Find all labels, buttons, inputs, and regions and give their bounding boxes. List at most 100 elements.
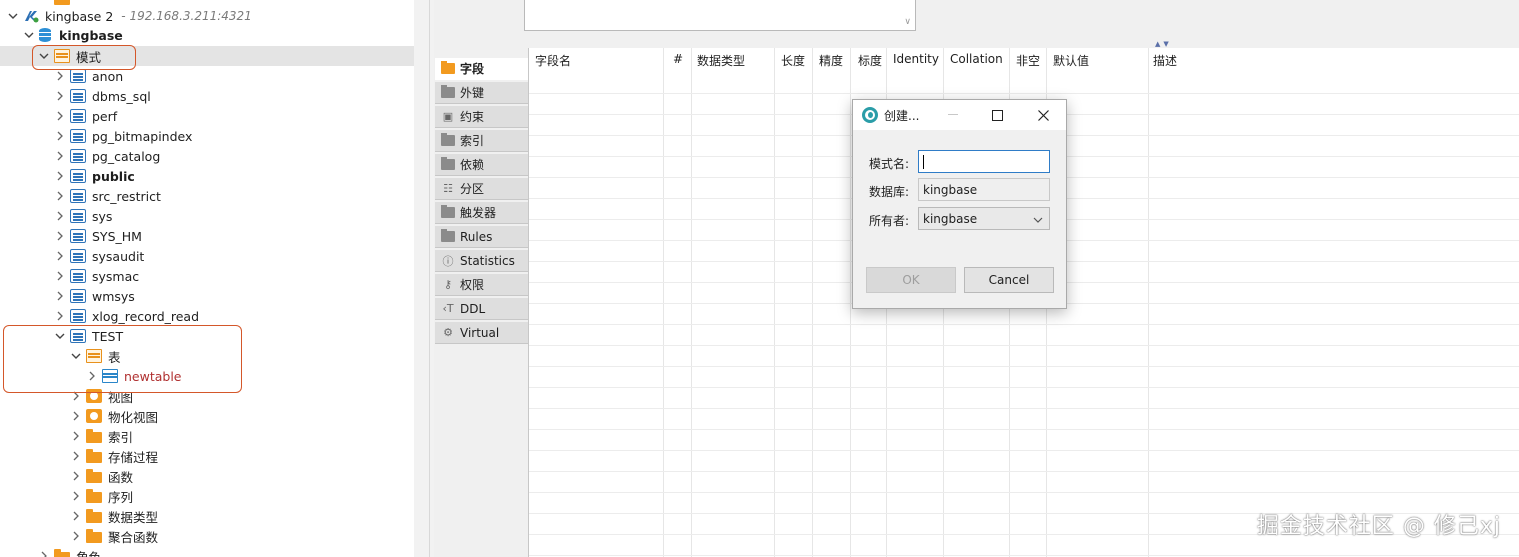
tab-label: 外键 [460,86,485,100]
tab-item[interactable]: ☷ 分区 [435,178,528,200]
view-folder-icon [86,389,102,403]
tree-folder-row[interactable]: 函数 [0,466,414,486]
chevron-right-icon[interactable] [53,89,67,103]
chevron-down-icon[interactable] [69,349,83,363]
dialog-titlebar[interactable]: 创建... [853,100,1066,130]
tree-schema-row[interactable]: sysaudit [0,246,414,266]
panel-splitter[interactable] [414,0,434,557]
chevron-right-icon[interactable] [53,269,67,283]
chevron-right-icon[interactable] [69,449,83,463]
column-header[interactable]: 精度 [819,52,843,69]
tree-schemas-folder-row[interactable]: 模式 [0,46,414,66]
cancel-button[interactable]: Cancel [964,267,1054,293]
partition-icon: ☷ [443,182,453,195]
tree-schema-row[interactable]: pg_bitmapindex [0,126,414,146]
chevron-right-icon[interactable] [53,229,67,243]
tab-columns[interactable]: 字段 [435,58,528,80]
chevron-right-icon[interactable] [69,409,83,423]
chevron-down-icon[interactable] [22,28,36,42]
tree-schema-row[interactable]: sysmac [0,266,414,286]
minimize-button[interactable] [930,100,976,130]
chevron-down-icon[interactable] [53,329,67,343]
tab-item[interactable]: 外键 [435,82,528,104]
tab-item[interactable]: ⓘ Statistics [435,250,528,272]
chevron-right-icon[interactable] [53,289,67,303]
maximize-button[interactable] [974,100,1020,130]
chevron-down-icon[interactable] [6,9,20,23]
column-header[interactable]: 标度 [858,52,882,69]
schema-name-input[interactable] [918,150,1050,173]
tree-schema-test-row[interactable]: TEST [0,326,414,346]
description-textarea[interactable]: ∨ [524,0,916,31]
tree-schema-row[interactable]: public [0,166,414,186]
chevron-right-icon[interactable] [53,109,67,123]
tab-item[interactable]: 索引 [435,130,528,152]
column-header[interactable]: 长度 [781,52,805,69]
tree-connection-row[interactable]: kingbase 2 - 192.168.3.211:4321 [0,6,414,26]
column-header[interactable]: Identity [893,52,939,66]
tree-roles-row[interactable]: 角色 [0,546,414,557]
tab-item[interactable]: 依赖 [435,154,528,176]
column-header[interactable]: 非空 [1016,52,1040,69]
tree-database-row[interactable]: kingbase [0,25,414,45]
tab-item[interactable]: 触发器 [435,202,528,224]
chevron-right-icon[interactable] [53,209,67,223]
tree-folder-row[interactable]: 序列 [0,486,414,506]
chevron-down-icon[interactable] [37,49,51,63]
chevron-right-icon[interactable] [69,509,83,523]
tree-schema-row[interactable]: perf [0,106,414,126]
tab-item[interactable]: ⚙ Virtual [435,322,528,344]
chevron-right-icon[interactable] [37,549,51,557]
tree-folder-row[interactable]: 存储过程 [0,446,414,466]
chevron-right-icon[interactable] [69,489,83,503]
tab-item[interactable]: ▣ 约束 [435,106,528,128]
tree-schema-row[interactable]: pg_catalog [0,146,414,166]
tree-folder-row[interactable]: 视图 [0,386,414,406]
sort-arrows-icon[interactable]: ▲▼ [1155,40,1172,48]
tree-schema-row[interactable]: wmsys [0,286,414,306]
key-icon: ⚷ [443,278,453,291]
close-button[interactable] [1020,100,1066,130]
schema-label: sys [92,208,113,224]
tab-item[interactable]: Rules [435,226,528,248]
tree-schema-row[interactable]: dbms_sql [0,86,414,106]
schema-icon [70,129,86,143]
ok-button[interactable]: OK [866,267,956,293]
tree-folder-row[interactable]: 数据类型 [0,506,414,526]
tab-item[interactable]: ⚷ 权限 [435,274,528,296]
tree-folder-row[interactable]: 聚合函数 [0,526,414,546]
chevron-right-icon[interactable] [53,149,67,163]
folder-label: 序列 [108,489,134,505]
column-header[interactable]: 字段名 [535,52,571,69]
chevron-right-icon[interactable] [85,369,99,383]
chevron-right-icon[interactable] [53,309,67,323]
column-header[interactable]: Collation [950,52,1003,66]
grid-row-divider [529,492,1519,493]
tree-schema-row[interactable]: sys [0,206,414,226]
chevron-right-icon[interactable] [53,249,67,263]
tree-folder-row[interactable]: 物化视图 [0,406,414,426]
chevron-right-icon[interactable] [53,169,67,183]
scroll-down-icon[interactable]: ∨ [904,17,911,27]
tree-schema-row[interactable]: xlog_record_read [0,306,414,326]
tree-tables-folder-row[interactable]: 表 [0,346,414,366]
chevron-right-icon[interactable] [69,429,83,443]
tree-schema-row[interactable]: anon [0,66,414,86]
chevron-right-icon[interactable] [53,129,67,143]
chevron-right-icon[interactable] [53,189,67,203]
column-header[interactable]: # [673,52,683,66]
tree-schema-row[interactable]: SYS_HM [0,226,414,246]
tree-schema-row[interactable]: src_restrict [0,186,414,206]
column-header[interactable]: 描述 [1153,52,1177,69]
chevron-right-icon[interactable] [53,69,67,83]
column-header[interactable]: 数据类型 [697,52,745,69]
tree-folder-row[interactable]: 索引 [0,426,414,446]
chevron-right-icon[interactable] [69,389,83,403]
folder-icon [54,0,70,5]
tab-item[interactable]: ‹T DDL [435,298,528,320]
tree-table-row[interactable]: newtable [0,366,414,386]
chevron-right-icon[interactable] [69,529,83,543]
owner-select[interactable]: kingbase [918,207,1050,230]
column-header[interactable]: 默认值 [1053,52,1089,69]
chevron-right-icon[interactable] [69,469,83,483]
